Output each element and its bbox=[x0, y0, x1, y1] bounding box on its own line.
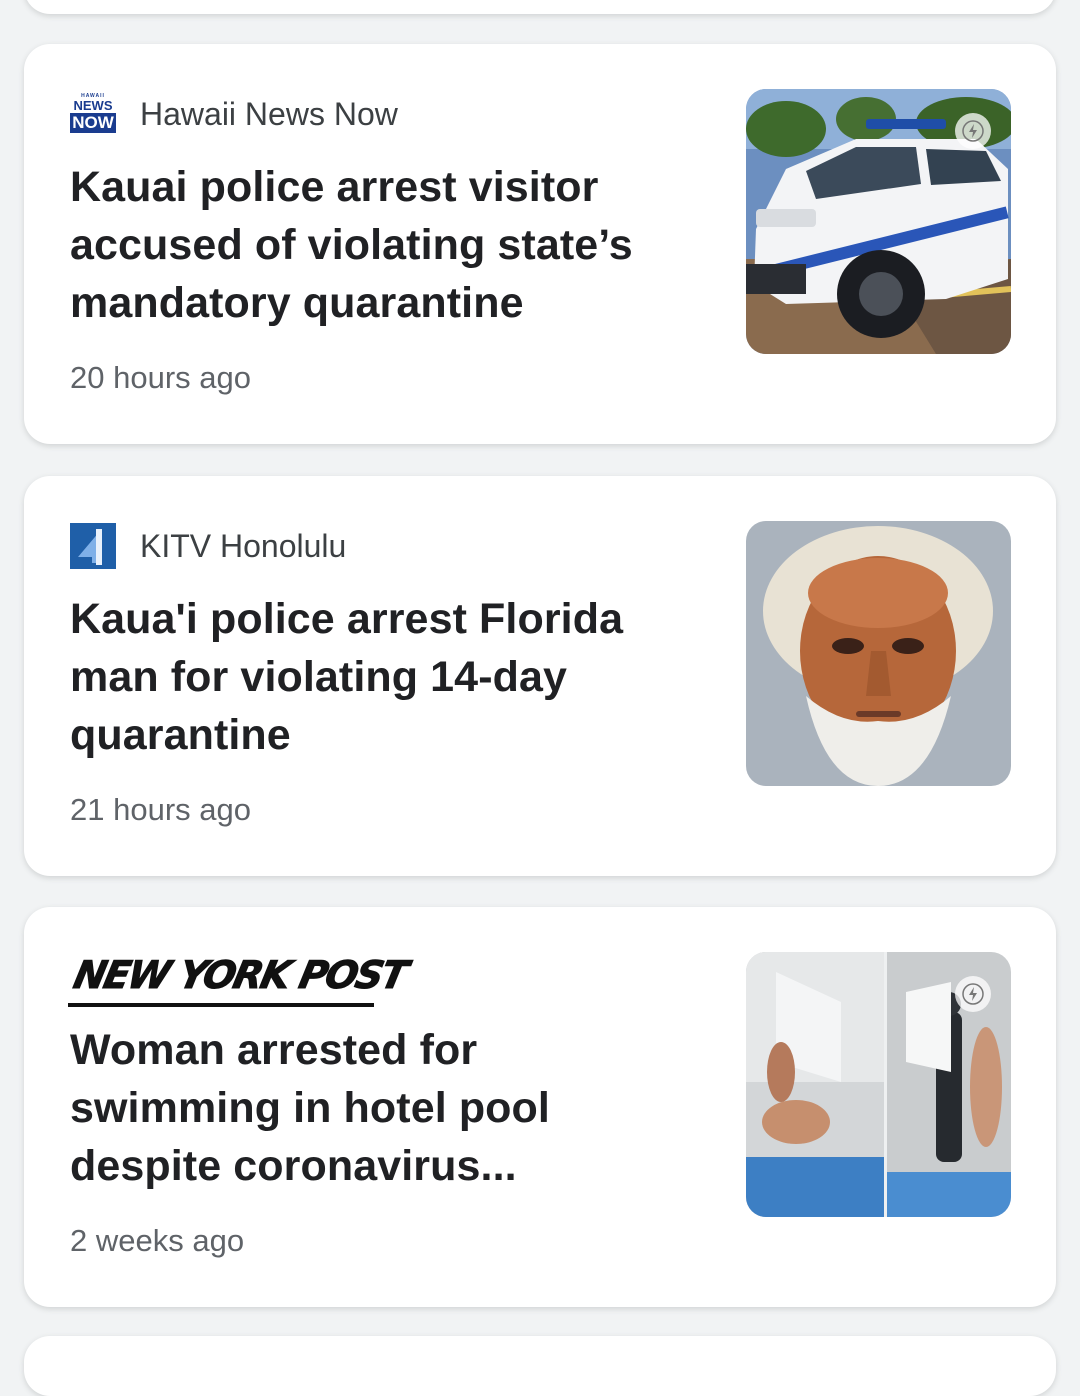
headline-link[interactable]: Kaua'i police arrest Florida man for vio… bbox=[70, 590, 690, 764]
timestamp: 21 hours ago bbox=[70, 792, 251, 827]
logo-line-1: NEWS bbox=[73, 98, 113, 113]
timestamp: 20 hours ago bbox=[70, 360, 251, 395]
mugshot-image[interactable] bbox=[746, 521, 1011, 786]
logo-line-2: NOW bbox=[70, 113, 116, 133]
previous-card-edge bbox=[24, 0, 1056, 14]
amp-lightning-icon bbox=[955, 113, 991, 149]
source-name: KITV Honolulu bbox=[140, 527, 347, 564]
hotel-pool-arrest-image[interactable] bbox=[746, 952, 1011, 1217]
amp-lightning-icon bbox=[955, 976, 991, 1012]
new-york-post-logo: NEW YORK POST bbox=[70, 953, 411, 998]
news-source: HAWAII NEWS NOW Hawaii News Now bbox=[70, 91, 398, 137]
timestamp: 2 weeks ago bbox=[70, 1223, 245, 1258]
headline-link[interactable]: Woman arrested for swimming in hotel poo… bbox=[70, 1021, 690, 1195]
headline-link[interactable]: Kauai police arrest visitor accused of v… bbox=[70, 158, 690, 332]
news-card-hawaii-news-now[interactable]: HAWAII NEWS NOW Hawaii News Now Kauai po… bbox=[24, 44, 1056, 444]
mugshot-illustration bbox=[746, 521, 1011, 786]
hawaii-news-now-logo: HAWAII NEWS NOW bbox=[70, 91, 116, 137]
kitv-4-logo bbox=[70, 523, 116, 569]
news-source: KITV Honolulu bbox=[70, 523, 347, 569]
news-card-new-york-post[interactable]: NEW YORK POST Woman arrested for swimmin… bbox=[24, 907, 1056, 1307]
source-name: Hawaii News Now bbox=[140, 95, 398, 132]
next-card-edge bbox=[24, 1336, 1056, 1396]
news-card-kitv-honolulu[interactable]: KITV Honolulu Kaua'i police arrest Flori… bbox=[24, 476, 1056, 876]
police-car-image[interactable] bbox=[746, 89, 1011, 354]
logo-underline bbox=[68, 1003, 374, 1007]
